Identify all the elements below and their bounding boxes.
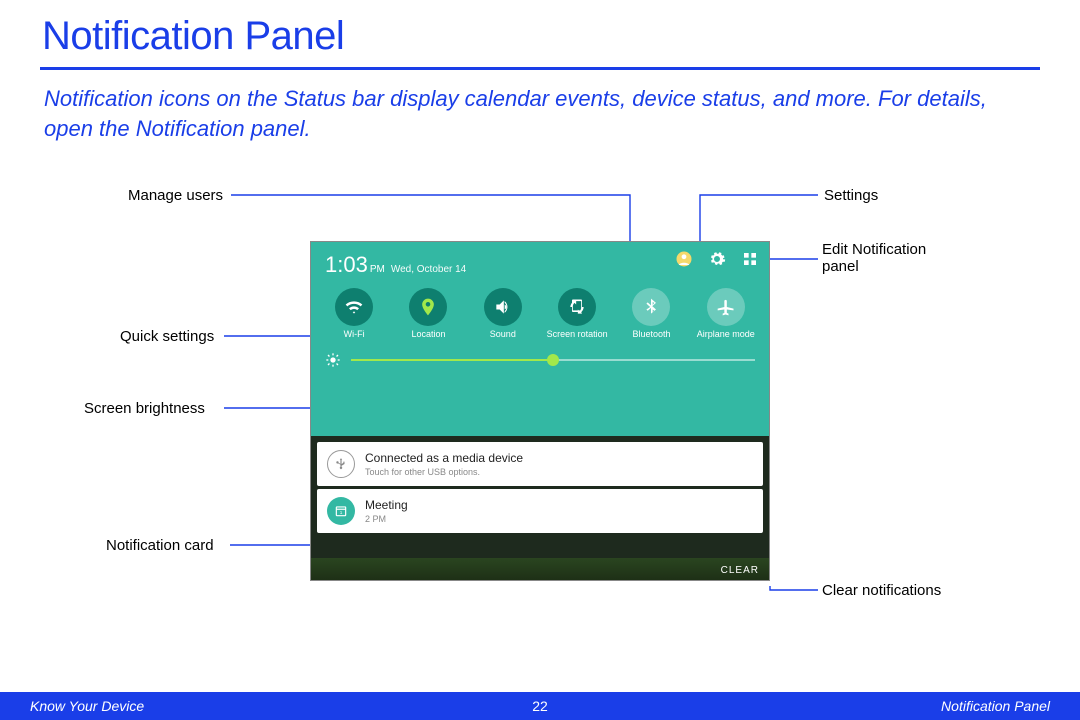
intro-text: Notification icons on the Status bar dis… bbox=[0, 84, 1080, 163]
brightness-icon bbox=[325, 352, 341, 368]
callout-manage-users: Manage users bbox=[128, 187, 223, 204]
qs-label: Sound bbox=[490, 330, 516, 340]
notification-subtitle: Touch for other USB options. bbox=[365, 467, 523, 477]
qs-label: Location bbox=[411, 330, 445, 340]
notification-title: Connected as a media device bbox=[365, 451, 523, 465]
svg-text:1: 1 bbox=[340, 510, 343, 515]
brightness-slider[interactable] bbox=[351, 359, 755, 361]
notification-subtitle: 2 PM bbox=[365, 514, 408, 524]
page-title: Notification Panel bbox=[0, 0, 1080, 67]
qs-wifi[interactable]: Wi-Fi bbox=[320, 288, 388, 340]
usb-icon bbox=[327, 450, 355, 478]
rotation-icon bbox=[558, 288, 596, 326]
gear-icon[interactable] bbox=[708, 250, 726, 268]
notification-card-usb[interactable]: Connected as a media device Touch for ot… bbox=[317, 442, 763, 486]
sound-icon bbox=[484, 288, 522, 326]
qs-airplane[interactable]: Airplane mode bbox=[692, 288, 760, 340]
qs-location[interactable]: Location bbox=[394, 288, 462, 340]
qs-label: Wi-Fi bbox=[344, 330, 365, 340]
callout-quick-settings: Quick settings bbox=[120, 328, 214, 345]
user-icon[interactable] bbox=[675, 250, 693, 268]
clock-ampm: PM bbox=[370, 264, 385, 275]
wallpaper-strip: CLEAR bbox=[311, 558, 769, 580]
notification-panel-top: 1:03 PM Wed, October 14 bbox=[311, 242, 769, 436]
qs-label: Screen rotation bbox=[547, 330, 608, 340]
notification-card-meeting[interactable]: 1 Meeting 2 PM bbox=[317, 489, 763, 533]
location-icon bbox=[409, 288, 447, 326]
qs-sound[interactable]: Sound bbox=[469, 288, 537, 340]
bluetooth-icon bbox=[632, 288, 670, 326]
clear-button[interactable]: CLEAR bbox=[721, 565, 759, 576]
quick-settings-row: Wi-Fi Location Sound bbox=[311, 278, 769, 340]
footer-right: Notification Panel bbox=[941, 698, 1050, 714]
qs-screen-rotation[interactable]: Screen rotation bbox=[543, 288, 611, 340]
calendar-icon: 1 bbox=[327, 497, 355, 525]
page-footer: Know Your Device 22 Notification Panel bbox=[0, 692, 1080, 720]
wifi-icon bbox=[335, 288, 373, 326]
qs-bluetooth[interactable]: Bluetooth bbox=[617, 288, 685, 340]
grid-icon[interactable] bbox=[741, 250, 759, 268]
footer-page-number: 22 bbox=[532, 698, 548, 714]
callout-settings: Settings bbox=[824, 187, 878, 204]
clock-time: 1:03 bbox=[325, 252, 368, 278]
title-rule bbox=[40, 67, 1040, 70]
notification-cards: Connected as a media device Touch for ot… bbox=[311, 436, 769, 539]
clock-date: Wed, October 14 bbox=[391, 264, 466, 275]
qs-label: Bluetooth bbox=[632, 330, 670, 340]
brightness-row[interactable] bbox=[311, 340, 769, 368]
callout-edit-panel: Edit Notification panel bbox=[822, 241, 962, 275]
footer-left: Know Your Device bbox=[30, 698, 144, 714]
callout-notification-card: Notification card bbox=[106, 537, 214, 554]
qs-label: Airplane mode bbox=[697, 330, 755, 340]
callout-clear-notifications: Clear notifications bbox=[822, 582, 941, 599]
diagram-area: Manage users Quick settings Screen brigh… bbox=[0, 163, 1080, 633]
callout-screen-brightness: Screen brightness bbox=[84, 400, 205, 417]
device-screenshot: 1:03 PM Wed, October 14 bbox=[310, 241, 770, 581]
notification-title: Meeting bbox=[365, 498, 408, 512]
airplane-icon bbox=[707, 288, 745, 326]
